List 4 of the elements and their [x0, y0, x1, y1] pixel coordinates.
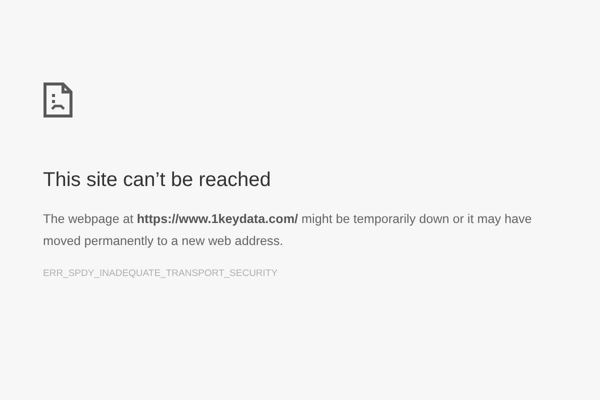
error-message: The webpage at https://www.1keydata.com/ might be temporarily down or it may have moved permanently to a new web address. [43, 211, 533, 250]
error-code: ERR_SPDY_INADEQUATE_TRANSPORT_SECURITY [43, 267, 279, 281]
sad-page-icon [43, 82, 73, 118]
error-heading: This site can’t be reached [43, 168, 272, 192]
